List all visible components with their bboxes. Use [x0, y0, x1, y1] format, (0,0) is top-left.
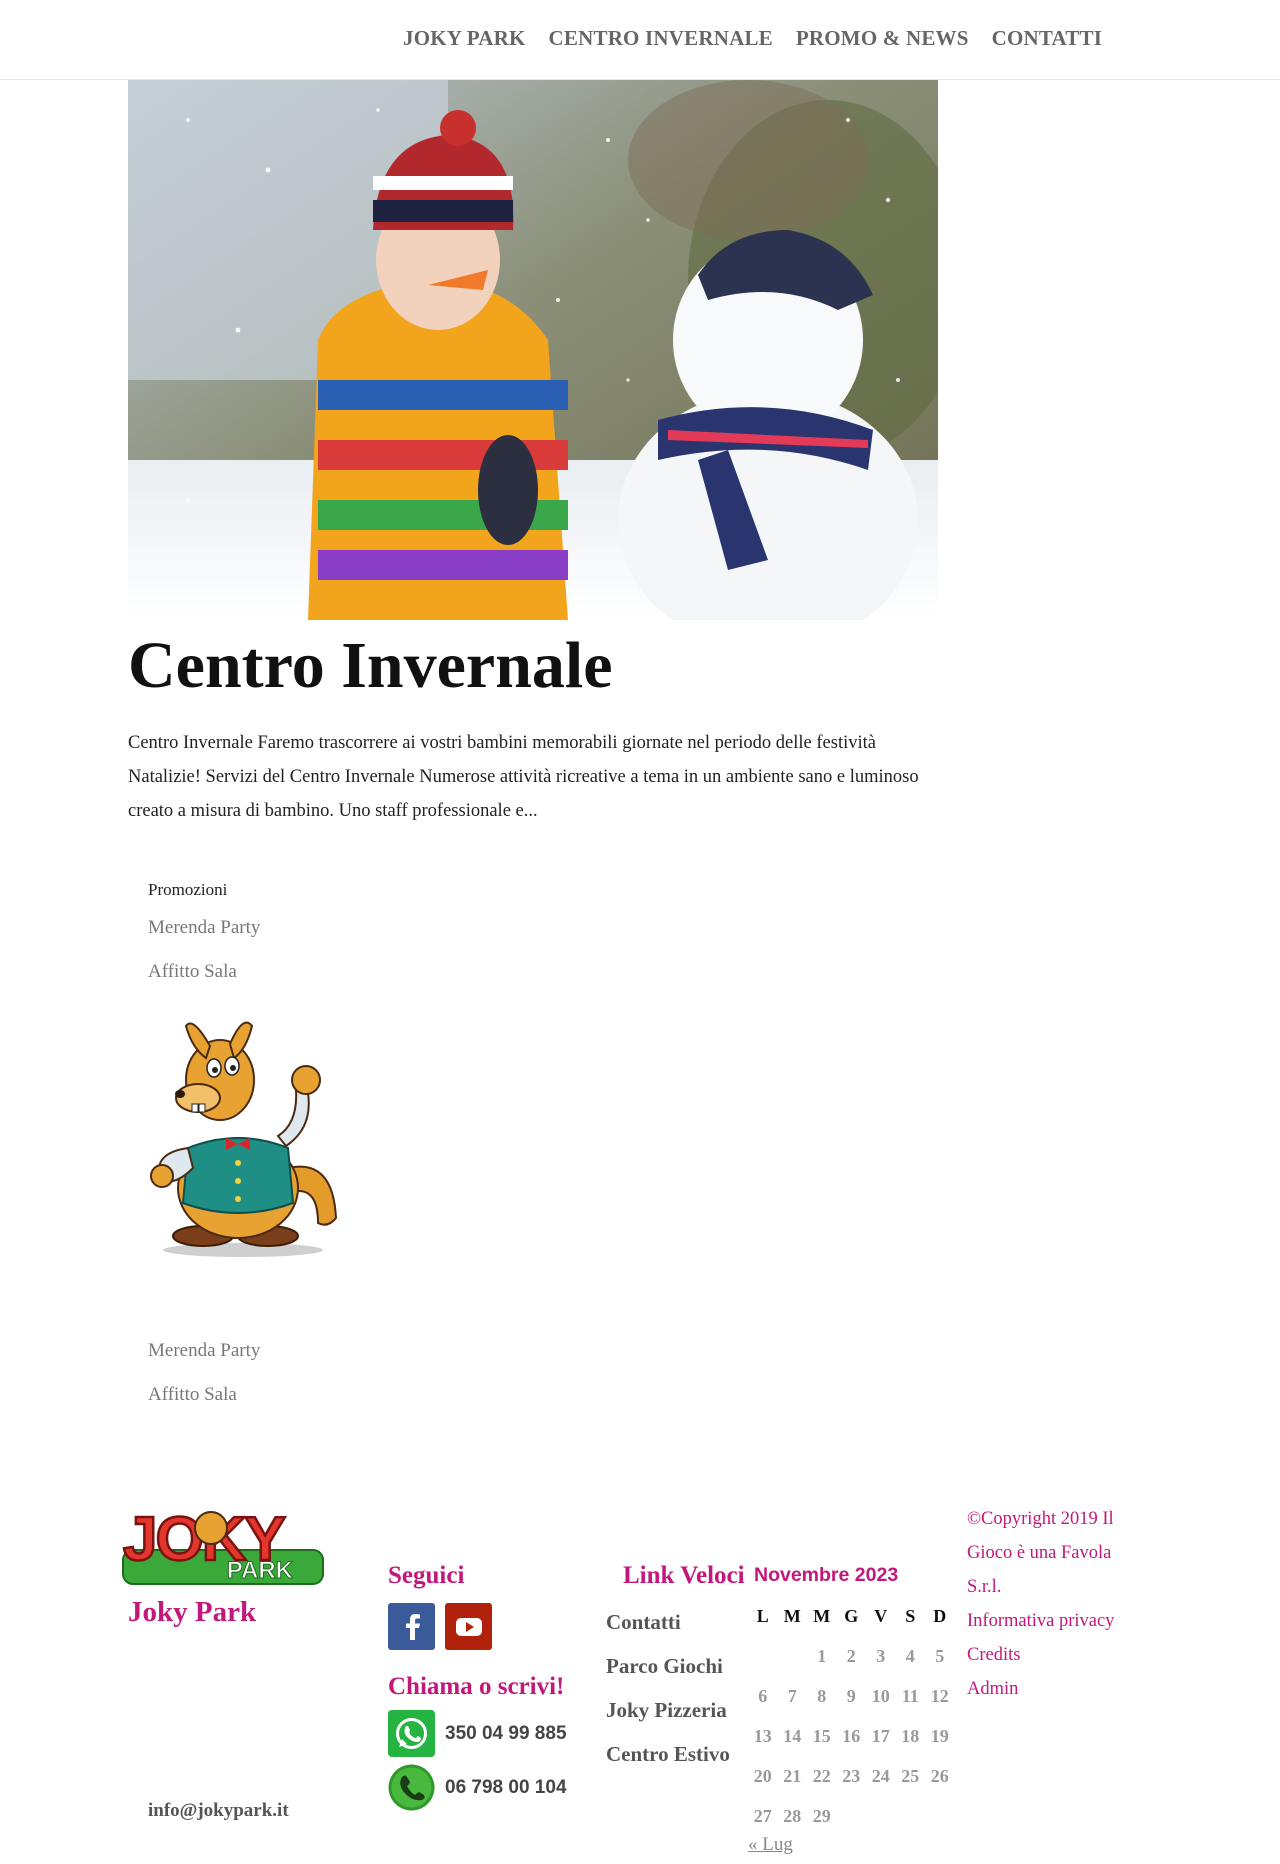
nav-contatti[interactable]: CONTATTI [992, 26, 1103, 51]
post-featured-image[interactable] [128, 80, 938, 620]
link-affitto-sala[interactable]: Affitto Sala [148, 950, 260, 994]
calendar-day: 7 [787, 1685, 797, 1706]
kangaroo-illustration [150, 1021, 338, 1257]
joky-park-logo-image: PARK JOKY [122, 1504, 324, 1585]
calendar-day: 26 [930, 1765, 949, 1786]
calendar-week-row: 12345 [748, 1636, 955, 1676]
winter-photo [128, 80, 938, 620]
whatsapp-number: 350 04 99 885 [445, 1722, 567, 1744]
calendar-day: 21 [783, 1765, 802, 1786]
calendar-day: 28 [783, 1805, 802, 1826]
calendar-day: 18 [901, 1725, 920, 1746]
calendar-day: 11 [901, 1685, 919, 1706]
calendar-day: 15 [812, 1725, 831, 1746]
phone-number: 06 798 00 104 [445, 1776, 567, 1798]
youtube-icon [455, 1617, 482, 1636]
promo-links-top: Merenda Party Affitto Sala [148, 906, 260, 994]
calendar-day: 3 [876, 1645, 886, 1666]
quick-link-centro-estivo[interactable]: Centro Estivo [606, 1732, 730, 1776]
quick-link-contatti[interactable]: Contatti [606, 1600, 730, 1644]
joky-park-logo[interactable]: PARK JOKY [115, 1498, 337, 1586]
calendar-day: 29 [812, 1805, 831, 1826]
calendar-title: Novembre 2023 [754, 1564, 899, 1586]
nav-joky-park[interactable]: JOKY PARK [403, 26, 526, 51]
post-excerpt: Centro Invernale Faremo trascorrere ai v… [128, 733, 919, 821]
calendar-day: 22 [812, 1765, 831, 1786]
calendar-day: 19 [930, 1725, 949, 1746]
link-informativa-privacy[interactable]: Informativa privacy [967, 1604, 1147, 1638]
calendar-day: 13 [753, 1725, 772, 1746]
facebook-icon [405, 1613, 420, 1640]
calendar-day: 16 [842, 1725, 861, 1746]
nav-centro-invernale[interactable]: CENTRO INVERNALE [549, 26, 773, 51]
calendar-day: 4 [905, 1645, 915, 1666]
promozioni-heading: Promozioni [148, 880, 228, 899]
quick-link-parco-giochi[interactable]: Parco Giochi [606, 1644, 730, 1688]
copyright-text: ©Copyright 2019 Il Gioco è una Favola S.… [967, 1509, 1114, 1597]
calendar-day: 17 [871, 1725, 890, 1746]
main-nav: JOKY PARK CENTRO INVERNALE PROMO & NEWS … [403, 26, 1125, 51]
weekday-label: S [905, 1605, 916, 1626]
weekday-label: M [813, 1605, 831, 1626]
copyright-block: ©Copyright 2019 Il Gioco è una Favola S.… [967, 1502, 1147, 1706]
calendar-day: 12 [930, 1685, 949, 1706]
link-merenda-party[interactable]: Merenda Party [148, 906, 260, 950]
calendar-day: 9 [846, 1685, 856, 1706]
promo-links-bottom: Merenda Party Affitto Sala [148, 1329, 260, 1417]
calendar-day: 10 [871, 1685, 890, 1706]
weekday-label: M [783, 1605, 801, 1626]
calendar-week-row: 13 14 15 16 17 18 19 [748, 1716, 955, 1756]
youtube-button[interactable] [445, 1603, 492, 1650]
quick-links: Contatti Parco Giochi Joky Pizzeria Cent… [606, 1600, 730, 1776]
calendar-grid: L M M G V S D 12345 6 7 8 9 10 11 12 13 14 15 16 1… [748, 1596, 955, 1836]
quick-link-joky-pizzeria[interactable]: Joky Pizzeria [606, 1688, 730, 1732]
footer-email[interactable]: info@jokypark.it [148, 1800, 289, 1822]
calendar-day: 14 [783, 1725, 802, 1746]
calendar-day: 8 [817, 1685, 827, 1706]
whatsapp-contact[interactable]: 350 04 99 885 [388, 1710, 567, 1757]
link-veloci-heading: Link Veloci [623, 1562, 745, 1589]
nav-promo-news[interactable]: PROMO & NEWS [796, 26, 969, 51]
chiama-heading: Chiama o scrivi! [388, 1673, 565, 1700]
phone-contact[interactable]: 06 798 00 104 [388, 1764, 567, 1811]
link-admin[interactable]: Admin [967, 1672, 1147, 1706]
calendar-weekday-row: L M M G V S D [748, 1596, 955, 1636]
weekday-label: L [756, 1605, 769, 1626]
facebook-button[interactable] [388, 1603, 435, 1650]
kangaroo-mascot-image [148, 1018, 338, 1258]
seguici-heading: Seguici [388, 1562, 465, 1589]
footer-brand-title: Joky Park [128, 1596, 257, 1628]
weekday-label: G [844, 1605, 859, 1626]
calendar-day: 6 [758, 1685, 768, 1706]
calendar-week-row: 20 21 22 23 24 25 26 [748, 1756, 955, 1796]
calendar-day: 27 [753, 1805, 772, 1826]
calendar-week-row: 6 7 8 9 10 11 12 [748, 1676, 955, 1716]
calendar-day: 23 [842, 1765, 861, 1786]
link-affitto-sala-2[interactable]: Affitto Sala [148, 1373, 260, 1417]
link-merenda-party-2[interactable]: Merenda Party [148, 1329, 260, 1373]
calendar-day: 5 [935, 1645, 945, 1666]
calendar-day: 1 [817, 1645, 827, 1666]
calendar-day: 2 [846, 1645, 856, 1666]
whatsapp-icon [388, 1710, 435, 1757]
post-title[interactable]: Centro Invernale [128, 628, 613, 704]
calendar-day: 24 [871, 1765, 890, 1786]
calendar-prev-month-link[interactable]: « Lug [748, 1834, 793, 1856]
weekday-label: V [874, 1605, 888, 1626]
weekday-label: D [933, 1605, 947, 1626]
phone-icon [388, 1764, 435, 1811]
link-credits[interactable]: Credits [967, 1638, 1147, 1672]
top-header: JOKY PARK CENTRO INVERNALE PROMO & NEWS … [0, 0, 1280, 80]
calendar-day: 25 [901, 1765, 920, 1786]
calendar-week-row: 27 28 29 [748, 1796, 955, 1836]
calendar-day: 20 [753, 1765, 772, 1786]
